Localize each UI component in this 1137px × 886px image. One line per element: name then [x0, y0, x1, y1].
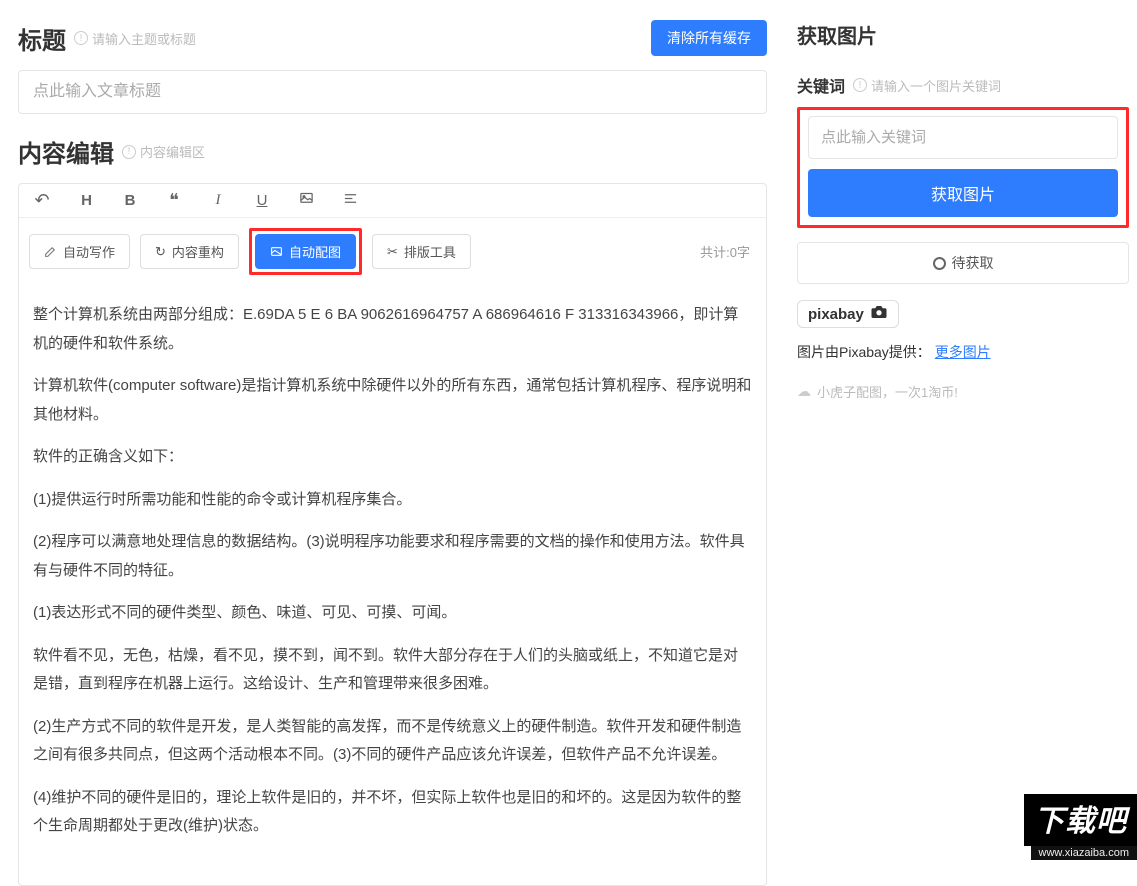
keyword-input[interactable]	[808, 116, 1118, 159]
paragraph: (1)提供运行时所需功能和性能的命令或计算机程序集合。	[33, 486, 752, 515]
auto-image-button[interactable]: 自动配图	[255, 234, 356, 269]
layout-tool-label: 排版工具	[404, 242, 456, 261]
content-hint-text: 内容编辑区	[140, 142, 205, 161]
content-label: 内容编辑	[18, 134, 114, 169]
auto-write-label: 自动写作	[63, 242, 115, 261]
paragraph: (2)生产方式不同的软件是开发，是人类智能的高发挥，而不是传统意义上的硬件制造。…	[33, 713, 752, 770]
title-label: 标题	[18, 21, 66, 56]
paragraph: 软件看不见，无色，枯燥，看不见，摸不到，闻不到。软件大部分存在于人们的头脑或纸上…	[33, 642, 752, 699]
refresh-icon: ↻	[155, 244, 166, 260]
underline-button[interactable]: U	[249, 192, 275, 209]
highlight-annotation-sidebar: 获取图片	[797, 107, 1129, 228]
tip-row: ☁ 小虎子配图，一次1淘币!	[797, 382, 1129, 401]
info-icon: !	[74, 31, 88, 45]
info-icon: !	[853, 78, 867, 92]
heading-button[interactable]: H	[73, 192, 99, 209]
highlight-annotation: 自动配图	[249, 228, 362, 275]
info-icon: !	[122, 145, 136, 159]
format-toolbar: ↶ H B ❝ I U	[19, 184, 766, 218]
article-title-input[interactable]	[18, 70, 767, 114]
title-header-row: 标题 ! 请输入主题或标题 清除所有缓存	[18, 20, 767, 56]
keyword-label: 关键词	[797, 73, 845, 97]
layout-tool-button[interactable]: ✂ 排版工具	[372, 234, 471, 269]
main-column: 标题 ! 请输入主题或标题 清除所有缓存 内容编辑 ! 内容编辑区 ↶ H B …	[0, 0, 785, 860]
get-image-title: 获取图片	[797, 20, 1129, 49]
editor-box: ↶ H B ❝ I U	[18, 183, 767, 886]
image-icon[interactable]	[293, 191, 319, 210]
title-label-wrap: 标题 ! 请输入主题或标题	[18, 21, 196, 56]
credit-prefix: 图片由Pixabay提供：	[797, 344, 931, 360]
clear-cache-button[interactable]: 清除所有缓存	[651, 20, 767, 56]
keyword-label-row: 关键词 ! 请输入一个图片关键词	[797, 73, 1129, 97]
italic-button[interactable]: I	[205, 192, 231, 209]
cloud-icon: ☁	[797, 383, 811, 400]
char-count: 共计:0字	[700, 242, 756, 261]
paragraph: (2)程序可以满意地处理信息的数据结构。(3)说明程序功能要求和程序需要的文档的…	[33, 528, 752, 585]
auto-image-label: 自动配图	[289, 242, 341, 261]
paragraph: 计算机软件(computer software)是指计算机系统中除硬件以外的所有…	[33, 372, 752, 429]
content-label-wrap: 内容编辑 ! 内容编辑区	[18, 134, 205, 169]
pending-status[interactable]: 待获取	[797, 242, 1129, 284]
pixabay-badge: pixabay	[797, 300, 899, 328]
restructure-label: 内容重构	[172, 242, 224, 261]
bold-button[interactable]: B	[117, 192, 143, 209]
keyword-hint-text: 请输入一个图片关键词	[871, 76, 1001, 95]
image-credit: 图片由Pixabay提供： 更多图片	[797, 342, 1129, 362]
paragraph: (4)维护不同的硬件是旧的，理论上软件是旧的，并不坏，但实际上软件也是旧的和坏的…	[33, 784, 752, 841]
circle-icon	[933, 257, 946, 270]
camera-icon	[870, 305, 888, 323]
paragraph: 软件的正确含义如下：	[33, 443, 752, 472]
paragraph: (1)表达形式不同的硬件类型、颜色、味道、可见、可摸、可闻。	[33, 599, 752, 628]
content-header-row: 内容编辑 ! 内容编辑区	[18, 134, 767, 169]
more-images-link[interactable]: 更多图片	[935, 344, 991, 360]
editor-content[interactable]: 整个计算机系统由两部分组成：E.69DA 5 E 6 BA 9062616964…	[19, 285, 766, 885]
quote-button[interactable]: ❝	[161, 190, 187, 211]
title-hint-text: 请输入主题或标题	[92, 29, 196, 48]
site-watermark: 下载吧 www.xiazaiba.com	[997, 792, 1137, 860]
tip-text: 小虎子配图，一次1淘币!	[817, 382, 958, 401]
restructure-button[interactable]: ↻ 内容重构	[140, 234, 239, 269]
pending-label: 待获取	[952, 253, 994, 273]
content-hint: ! 内容编辑区	[122, 142, 205, 161]
get-image-button[interactable]: 获取图片	[808, 169, 1118, 217]
action-toolbar: 自动写作 ↻ 内容重构 自动配图 ✂ 排版工具 共计:0字	[19, 218, 766, 285]
title-hint: ! 请输入主题或标题	[74, 29, 196, 48]
align-icon[interactable]	[337, 191, 363, 210]
watermark-text: 下载吧	[1024, 794, 1137, 846]
sidebar: 获取图片 关键词 ! 请输入一个图片关键词 获取图片 待获取 pixabay 图…	[785, 0, 1137, 860]
paragraph: 整个计算机系统由两部分组成：E.69DA 5 E 6 BA 9062616964…	[33, 301, 752, 358]
auto-write-button[interactable]: 自动写作	[29, 234, 130, 269]
pixabay-text: pixabay	[808, 306, 864, 323]
keyword-hint: ! 请输入一个图片关键词	[853, 76, 1001, 95]
undo-icon[interactable]: ↶	[29, 190, 55, 211]
watermark-url: www.xiazaiba.com	[1031, 846, 1137, 860]
layout-icon: ✂	[387, 244, 398, 260]
